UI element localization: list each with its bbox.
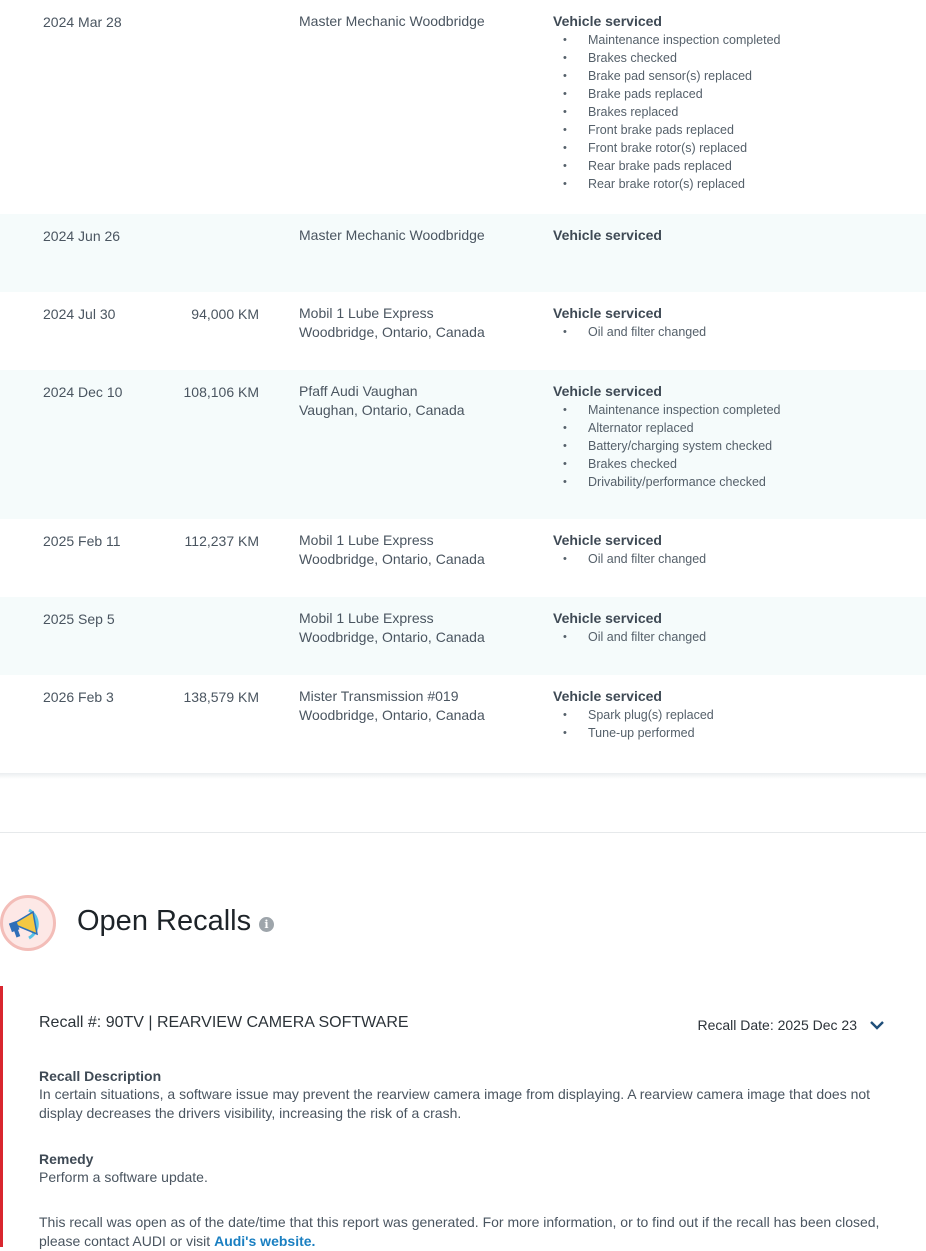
recall-title: Recall #: 90TV | REARVIEW CAMERA SOFTWAR… bbox=[39, 1014, 409, 1031]
service-date: 2025 Feb 11 bbox=[43, 533, 121, 549]
source-line: Woodbridge, Ontario, Canada bbox=[299, 629, 485, 645]
list-item: Front brake pads replaced bbox=[553, 121, 780, 139]
service-details: Vehicle serviced Oil and filter changed bbox=[553, 304, 706, 341]
recall-note: This recall was open as of the date/time… bbox=[39, 1213, 889, 1251]
recall-description-text: In certain situations, a software issue … bbox=[39, 1086, 871, 1121]
odometer: 112,237 KM bbox=[184, 533, 259, 549]
details-title: Vehicle serviced bbox=[553, 383, 662, 399]
recall-description-label: Recall Description bbox=[39, 1068, 162, 1084]
service-date: 2026 Feb 3 bbox=[43, 689, 114, 705]
recall-date: Recall Date: 2025 Dec 23 bbox=[697, 1017, 857, 1033]
table-row: 2025 Feb 11 112,237 KM Mobil 1 Lube Expres… bbox=[0, 519, 926, 597]
details-list: Oil and filter changed bbox=[553, 550, 706, 568]
list-item: Brake pad sensor(s) replaced bbox=[553, 67, 780, 85]
list-item: Alternator replaced bbox=[553, 419, 780, 437]
service-source: Master Mechanic Woodbridge bbox=[299, 12, 485, 31]
source-line: Pfaff Audi Vaughan bbox=[299, 383, 418, 399]
remedy-label: Remedy bbox=[39, 1151, 94, 1167]
list-item: Rear brake rotor(s) replaced bbox=[553, 175, 780, 193]
details-title: Vehicle serviced bbox=[553, 688, 662, 704]
source-line: Master Mechanic Woodbridge bbox=[299, 227, 485, 243]
megaphone-icon bbox=[0, 895, 56, 951]
remedy-text: Perform a software update. bbox=[39, 1169, 208, 1185]
list-item: Oil and filter changed bbox=[553, 323, 706, 341]
list-item: Front brake rotor(s) replaced bbox=[553, 139, 780, 157]
list-item: Maintenance inspection completed bbox=[553, 401, 780, 419]
details-title: Vehicle serviced bbox=[553, 610, 662, 626]
source-line: Vaughan, Ontario, Canada bbox=[299, 402, 465, 418]
section-divider bbox=[0, 832, 926, 833]
details-list: Oil and filter changed bbox=[553, 323, 706, 341]
list-item: Maintenance inspection completed bbox=[553, 31, 780, 49]
table-row: 2024 Dec 10 108,106 KM Pfaff Audi Vaughan V… bbox=[0, 370, 926, 519]
source-line: Woodbridge, Ontario, Canada bbox=[299, 324, 485, 340]
service-details: Vehicle serviced Spark plug(s) replacedTu… bbox=[553, 687, 714, 742]
list-item: Oil and filter changed bbox=[553, 628, 706, 646]
source-line: Mister Transmission #019 bbox=[299, 688, 459, 704]
service-source: Pfaff Audi Vaughan Vaughan, Ontario, Cana… bbox=[299, 382, 465, 420]
service-date: 2024 Jul 30 bbox=[43, 306, 116, 322]
service-source: Mobil 1 Lube Express Woodbridge, Ontario,… bbox=[299, 609, 485, 647]
details-title: Vehicle serviced bbox=[553, 305, 662, 321]
recall-note-text: This recall was open as of the date/time… bbox=[39, 1214, 880, 1249]
odometer: 138,579 KM bbox=[183, 689, 260, 705]
table-row: 2024 Jul 30 94,000 KM Mobil 1 Lube Express… bbox=[0, 292, 926, 370]
source-line: Mobil 1 Lube Express bbox=[299, 532, 434, 548]
list-item: Brake pads replaced bbox=[553, 85, 780, 103]
source-line: Woodbridge, Ontario, Canada bbox=[299, 707, 485, 723]
list-item: Battery/charging system checked bbox=[553, 437, 780, 455]
service-date: 2024 Mar 28 bbox=[43, 14, 122, 30]
service-source: Mobil 1 Lube Express Woodbridge, Ontario,… bbox=[299, 304, 485, 342]
details-list: Spark plug(s) replacedTune-up performed bbox=[553, 706, 714, 742]
info-icon[interactable]: i bbox=[259, 917, 274, 932]
list-item: Rear brake pads replaced bbox=[553, 157, 780, 175]
list-item: Tune-up performed bbox=[553, 724, 714, 742]
service-details: Vehicle serviced Maintenance inspection c… bbox=[553, 382, 780, 491]
service-date: 2024 Dec 10 bbox=[43, 384, 123, 400]
odometer: 94,000 KM bbox=[191, 306, 259, 322]
table-row: 2024 Mar 28 Master Mechanic Woodbridge Veh… bbox=[0, 0, 926, 214]
odometer: 108,106 KM bbox=[183, 384, 260, 400]
service-date: 2024 Jun 26 bbox=[43, 228, 121, 244]
table-row: 2026 Feb 3 138,579 KM Mister Transmission … bbox=[0, 675, 926, 773]
details-title: Vehicle serviced bbox=[553, 227, 662, 243]
list-item: Brakes replaced bbox=[553, 103, 780, 121]
recall-card: Recall #: 90TV | REARVIEW CAMERA SOFTWAR… bbox=[0, 986, 926, 1249]
service-source: Mobil 1 Lube Express Woodbridge, Ontario,… bbox=[299, 531, 485, 569]
list-item: Spark plug(s) replaced bbox=[553, 706, 714, 724]
list-item: Oil and filter changed bbox=[553, 550, 706, 568]
details-list: Maintenance inspection completedBrakes c… bbox=[553, 31, 780, 193]
service-date: 2025 Sep 5 bbox=[43, 611, 115, 627]
details-title: Vehicle serviced bbox=[553, 532, 662, 548]
details-list: Maintenance inspection completedAlternat… bbox=[553, 401, 780, 491]
recall-accent-bar bbox=[0, 986, 3, 1247]
service-details: Vehicle serviced Maintenance inspection c… bbox=[553, 12, 780, 193]
source-line: Mobil 1 Lube Express bbox=[299, 305, 434, 321]
list-item: Brakes checked bbox=[553, 49, 780, 67]
source-line: Mobil 1 Lube Express bbox=[299, 610, 434, 626]
details-list: Oil and filter changed bbox=[553, 628, 706, 646]
source-line: Master Mechanic Woodbridge bbox=[299, 13, 485, 29]
service-details: Vehicle serviced bbox=[553, 226, 662, 245]
service-details: Vehicle serviced Oil and filter changed bbox=[553, 531, 706, 568]
list-item: Brakes checked bbox=[553, 455, 780, 473]
table-row: 2025 Sep 5 Mobil 1 Lube Express Woodbridge… bbox=[0, 597, 926, 675]
table-shadow bbox=[0, 773, 926, 779]
open-recalls-header: Open Recalls i bbox=[0, 893, 926, 957]
open-recalls-title: Open Recalls bbox=[77, 905, 252, 937]
service-source: Master Mechanic Woodbridge bbox=[299, 226, 485, 245]
details-title: Vehicle serviced bbox=[553, 13, 662, 29]
chevron-down-icon[interactable] bbox=[868, 1016, 886, 1034]
source-line: Woodbridge, Ontario, Canada bbox=[299, 551, 485, 567]
service-details: Vehicle serviced Oil and filter changed bbox=[553, 609, 706, 646]
table-row: 2024 Jun 26 Master Mechanic Woodbridge Veh… bbox=[0, 214, 926, 292]
list-item: Drivability/performance checked bbox=[553, 473, 780, 491]
service-source: Mister Transmission #019 Woodbridge, Onta… bbox=[299, 687, 485, 725]
